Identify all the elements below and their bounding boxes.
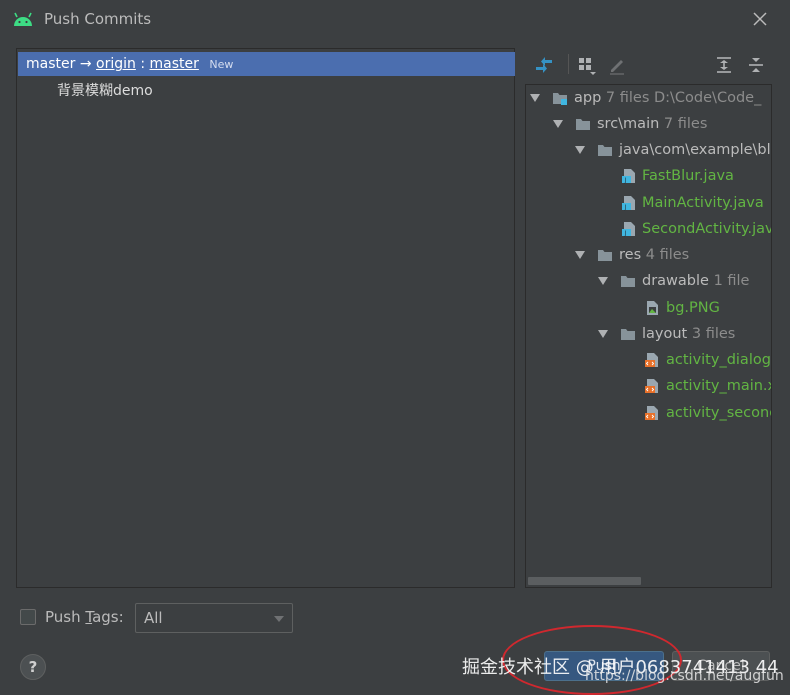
branch-row[interactable]: master → origin : master New (18, 52, 515, 76)
module-folder-icon (553, 93, 567, 105)
window-title: Push Commits (44, 10, 152, 28)
folder-icon (621, 329, 635, 340)
commits-panel: master → origin : master New 背景模糊demo (16, 48, 515, 588)
commit-item[interactable]: 背景模糊demo (57, 80, 153, 102)
expand-all-icon[interactable] (712, 53, 736, 77)
tree-node-file[interactable]: J MainActivity.java (526, 191, 771, 215)
local-branch: master (26, 56, 76, 72)
expand-arrow-icon[interactable] (575, 251, 585, 259)
image-file-icon (647, 301, 658, 315)
push-tags-checkbox[interactable] (20, 609, 36, 625)
tree-node-label: bg.PNG (666, 300, 720, 316)
push-tags-label-suffix: ags: (92, 608, 124, 626)
horizontal-scrollbar[interactable] (527, 575, 771, 587)
changes-toolbar (525, 50, 772, 80)
svg-text:J: J (624, 204, 627, 211)
tree-node-label: activity_main.x (666, 378, 772, 394)
tree-node-label: app (574, 90, 602, 106)
tree-node-label: activity_dialog. (666, 352, 772, 368)
push-tags-label-prefix: Push (45, 608, 86, 626)
collapse-all-icon[interactable] (744, 53, 768, 77)
tree-node-drawable[interactable]: drawable 1 file (526, 269, 771, 293)
svg-text:J: J (624, 230, 627, 237)
close-icon[interactable] (750, 9, 770, 29)
folder-icon (598, 145, 612, 156)
tree-node-label: layout (642, 326, 688, 342)
android-icon (14, 12, 32, 26)
push-tags-label: Push Tags: (45, 608, 124, 626)
push-tags-select[interactable]: All (135, 603, 293, 633)
tree-node-label: res (619, 247, 642, 263)
tree-node-file[interactable]: activity_second (526, 401, 772, 425)
tree-node-label: drawable (642, 273, 709, 289)
expand-arrow-icon[interactable] (530, 94, 540, 102)
java-file-icon: J (622, 196, 635, 211)
help-button[interactable]: ? (20, 654, 46, 680)
target-branch-link[interactable]: master (150, 56, 199, 72)
changes-tree: app 7 files D:\Code\Code_ src\main 7 fil… (525, 84, 772, 588)
file-count: 7 files (663, 116, 708, 132)
tree-node-java-package[interactable]: java\com\example\bl (526, 138, 771, 162)
java-file-icon: J (622, 222, 635, 237)
tree-node-file[interactable]: bg.PNG (526, 296, 771, 320)
branch-separator: : (140, 56, 146, 72)
folder-icon (598, 250, 612, 261)
expand-arrow-icon[interactable] (575, 146, 585, 154)
tree-node-label: activity_second (666, 405, 772, 421)
push-arrow: → (79, 56, 92, 72)
xml-file-icon (645, 406, 658, 420)
tree-node-src-main[interactable]: src\main 7 files (526, 112, 771, 136)
xml-file-icon (645, 353, 658, 367)
module-path: D:\Code\Code_ (654, 90, 762, 106)
tree-node-label: java\com\example\bl (619, 142, 771, 158)
remote-link[interactable]: origin (96, 56, 136, 72)
tree-node-label: src\main (597, 116, 660, 132)
group-by-icon[interactable] (575, 53, 599, 77)
scrollbar-thumb[interactable] (528, 577, 641, 585)
tree-node-label: MainActivity.java (642, 195, 764, 211)
push-button[interactable]: Push (544, 651, 664, 681)
tree-node-app[interactable]: app 7 files D:\Code\Code_ (526, 86, 771, 110)
diff-icon[interactable] (532, 53, 556, 77)
file-count: 3 files (691, 326, 736, 342)
title-bar: Push Commits (0, 0, 790, 40)
tree-node-file[interactable]: activity_dialog. (526, 348, 772, 372)
toolbar-separator (568, 54, 569, 74)
tree-node-res[interactable]: res 4 files (526, 243, 771, 267)
tree-node-file[interactable]: J SecondActivity.jav (526, 217, 772, 241)
cancel-button[interactable]: Cancel (672, 651, 770, 681)
file-count: 4 files (645, 247, 690, 263)
chevron-down-icon (274, 616, 284, 622)
expand-arrow-icon[interactable] (598, 277, 608, 285)
expand-arrow-icon[interactable] (553, 120, 563, 128)
file-count: 7 files (605, 90, 650, 106)
new-badge: New (209, 58, 234, 71)
tree-node-label: SecondActivity.jav (642, 221, 772, 237)
push-tags-select-value: All (144, 609, 163, 627)
folder-icon (621, 276, 635, 287)
svg-text:J: J (624, 177, 627, 184)
tree-node-file[interactable]: J FastBlur.java (526, 164, 771, 188)
java-file-icon: J (622, 169, 635, 184)
xml-file-icon (645, 379, 658, 393)
file-count: 1 file (713, 273, 750, 289)
tree-node-layout[interactable]: layout 3 files (526, 322, 771, 346)
tree-node-label: FastBlur.java (642, 168, 734, 184)
tree-node-file[interactable]: activity_main.x (526, 374, 772, 398)
edit-icon[interactable] (605, 53, 629, 77)
folder-icon (576, 119, 590, 130)
expand-arrow-icon[interactable] (598, 330, 608, 338)
